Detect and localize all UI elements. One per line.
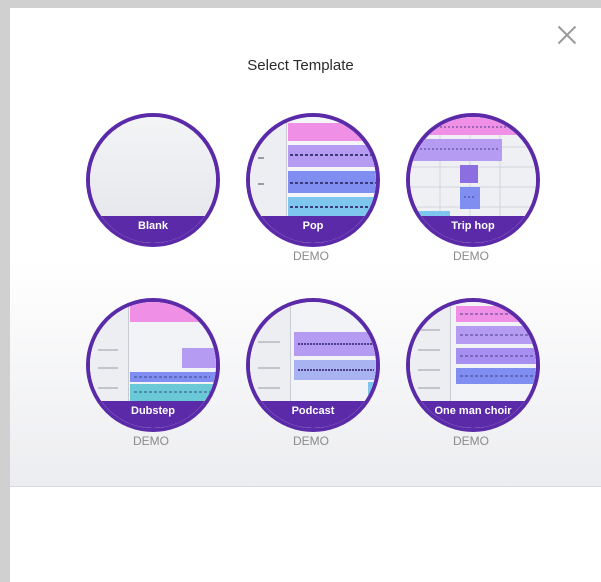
template-thumbnail: Dubstep <box>86 298 220 432</box>
template-label: Dubstep <box>90 401 216 428</box>
demo-label: DEMO <box>293 434 329 448</box>
template-thumbnail: Trip hop <box>406 113 540 247</box>
template-thumbnail: One man choir <box>406 298 540 432</box>
dialog-divider <box>10 486 601 487</box>
template-dubstep[interactable]: Dubstep DEMO <box>81 298 221 463</box>
template-dialog <box>10 8 601 582</box>
dialog-title: Select Template <box>247 57 354 74</box>
template-label: Pop <box>250 216 376 243</box>
demo-label: DEMO <box>293 249 329 263</box>
demo-label: DEMO <box>133 434 169 448</box>
template-label: Podcast <box>250 401 376 428</box>
template-pop[interactable]: Pop DEMO <box>241 113 381 278</box>
template-trip-hop[interactable]: Trip hop DEMO <box>401 113 541 278</box>
template-label: Trip hop <box>410 216 536 243</box>
template-one-man-choir[interactable]: One man choir DEMO <box>401 298 541 463</box>
template-thumbnail: Pop <box>246 113 380 247</box>
demo-label: DEMO <box>453 434 489 448</box>
template-thumbnail: Podcast <box>246 298 380 432</box>
demo-label: DEMO <box>453 249 489 263</box>
template-label: One man choir <box>410 401 536 428</box>
template-label: Blank <box>90 216 216 243</box>
template-thumbnail: Blank <box>86 113 220 247</box>
template-blank[interactable]: Blank <box>81 113 221 278</box>
close-icon[interactable] <box>557 25 577 45</box>
template-podcast[interactable]: Podcast DEMO <box>241 298 381 463</box>
